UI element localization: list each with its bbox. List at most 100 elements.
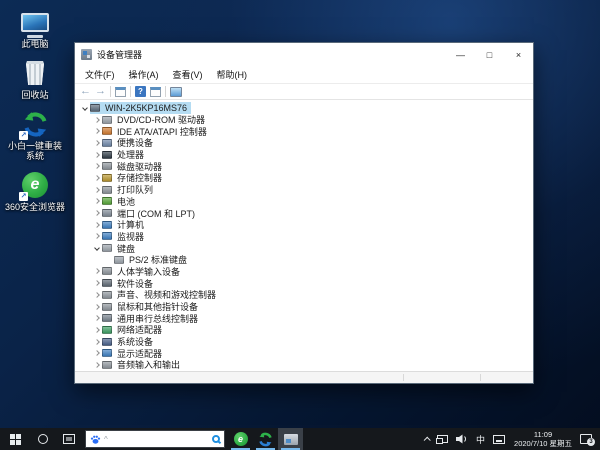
- keyboard-icon: [114, 256, 124, 264]
- device-manager-icon: [81, 49, 92, 60]
- cortana-icon: [38, 434, 48, 444]
- back-button[interactable]: ←: [80, 86, 91, 97]
- expand-chevron[interactable]: [91, 129, 102, 133]
- volume-tray-button[interactable]: [452, 428, 472, 450]
- expand-chevron[interactable]: [91, 153, 102, 157]
- tree-item-display-adapters[interactable]: 显示适配器: [75, 347, 533, 359]
- tree-item-mice[interactable]: 鼠标和其他指针设备: [75, 301, 533, 313]
- tree-item-print-queues[interactable]: 打印队列: [75, 184, 533, 196]
- tree-item-system-devices[interactable]: 系统设备: [75, 336, 533, 348]
- chevron-collapsed-icon: [94, 128, 100, 134]
- expand-chevron[interactable]: [91, 141, 102, 145]
- desktop-icon-xiaobai-reinstall[interactable]: ↗小白一键重装系统: [2, 106, 68, 167]
- shortcut-arrow-icon: ↗: [19, 131, 28, 140]
- tree-item-root-computer[interactable]: WIN-2K5KP16MS76: [75, 102, 533, 114]
- chevron-collapsed-icon: [94, 163, 100, 169]
- minimize-button[interactable]: —: [446, 43, 475, 66]
- close-button[interactable]: ×: [504, 43, 533, 66]
- tree-item-network-adapters[interactable]: 网络适配器: [75, 324, 533, 336]
- expand-chevron[interactable]: [91, 305, 102, 309]
- tree-item-processors[interactable]: 处理器: [75, 149, 533, 161]
- menu-view[interactable]: 查看(V): [166, 66, 210, 83]
- system-device-icon: [102, 338, 112, 346]
- expand-chevron[interactable]: [91, 199, 102, 203]
- help-icon[interactable]: ?: [135, 86, 146, 97]
- battery-icon: [102, 197, 112, 205]
- device-tree[interactable]: WIN-2K5KP16MS76DVD/CD-ROM 驱动器IDE ATA/ATA…: [75, 100, 533, 371]
- tree-item-sound-controllers[interactable]: 声音、视频和游戏控制器: [75, 289, 533, 301]
- tree-item-content: 便携设备: [102, 137, 157, 149]
- expand-chevron[interactable]: [91, 234, 102, 238]
- taskbar-xiaobai[interactable]: [253, 428, 278, 450]
- monitor-glyph: [21, 13, 49, 32]
- baidu-paw-icon: [90, 434, 101, 445]
- expand-chevron[interactable]: [91, 316, 102, 320]
- expand-chevron[interactable]: [91, 293, 102, 297]
- taskbar-apps: e: [228, 428, 303, 450]
- tree-item-content: PS/2 标准键盘: [114, 254, 191, 266]
- console-window-icon[interactable]: [115, 87, 126, 97]
- expand-chevron[interactable]: [91, 176, 102, 180]
- search-input[interactable]: ^: [85, 430, 225, 448]
- expand-chevron[interactable]: [91, 211, 102, 215]
- tree-item-audio-io[interactable]: 音频输入和输出: [75, 359, 533, 371]
- tree-item-dvd-cdrom[interactable]: DVD/CD-ROM 驱动器: [75, 114, 533, 126]
- title-bar[interactable]: 设备管理器 — □ ×: [75, 43, 533, 66]
- properties-window-icon[interactable]: [150, 87, 161, 97]
- taskbar-360-browser[interactable]: e: [228, 428, 253, 450]
- chevron-collapsed-icon: [94, 117, 100, 123]
- clock[interactable]: 11:09 2020/7/10 星期五: [509, 430, 577, 448]
- tree-item-ide-controllers[interactable]: IDE ATA/ATAPI 控制器: [75, 125, 533, 137]
- tree-item-ps2-keyboard[interactable]: PS/2 标准键盘: [75, 254, 533, 266]
- tree-item-batteries[interactable]: 电池: [75, 196, 533, 208]
- expand-chevron[interactable]: [91, 118, 102, 122]
- expand-chevron[interactable]: [91, 328, 102, 332]
- tree-item-computer[interactable]: 计算机: [75, 219, 533, 231]
- tree-item-disk-drives[interactable]: 磁盘驱动器: [75, 160, 533, 172]
- menu-file[interactable]: 文件(F): [78, 66, 122, 83]
- ime-indicator[interactable]: 中: [472, 428, 489, 450]
- display-adapter-icon: [102, 349, 112, 357]
- scan-computer-icon[interactable]: [170, 87, 182, 97]
- chevron-expanded-icon: [82, 105, 88, 111]
- chevron-up-icon: [424, 436, 431, 443]
- tree-item-hid-devices[interactable]: 人体学输入设备: [75, 266, 533, 278]
- touch-keyboard-button[interactable]: [489, 428, 509, 450]
- menu-action[interactable]: 操作(A): [122, 66, 166, 83]
- expand-chevron[interactable]: [91, 188, 102, 192]
- menu-bar: 文件(F)操作(A)查看(V)帮助(H): [75, 66, 533, 84]
- tree-item-software-devices[interactable]: 软件设备: [75, 277, 533, 289]
- maximize-button[interactable]: □: [475, 43, 504, 66]
- desktop-icon-recycle-bin[interactable]: 回收站: [2, 55, 68, 106]
- forward-button[interactable]: →: [95, 86, 106, 97]
- menu-help[interactable]: 帮助(H): [210, 66, 255, 83]
- desktop-icon-this-pc[interactable]: 此电脑: [2, 4, 68, 55]
- tree-item-ports[interactable]: 端口 (COM 和 LPT): [75, 207, 533, 219]
- expand-chevron[interactable]: [91, 269, 102, 273]
- cortana-button[interactable]: [30, 428, 56, 450]
- tray-expand-button[interactable]: [420, 428, 433, 450]
- window-title: 设备管理器: [97, 48, 446, 61]
- task-view-button[interactable]: [56, 428, 82, 450]
- expand-chevron[interactable]: [91, 363, 102, 367]
- desktop-icon-360-browser[interactable]: ↗360安全浏览器: [2, 167, 68, 218]
- expand-chevron[interactable]: [91, 351, 102, 355]
- tree-item-portable-devices[interactable]: 便携设备: [75, 137, 533, 149]
- start-button[interactable]: [0, 428, 30, 450]
- expand-chevron[interactable]: [91, 340, 102, 344]
- tree-item-content: 计算机: [102, 219, 148, 231]
- expand-chevron[interactable]: [91, 246, 102, 250]
- windows-logo-icon: [10, 434, 21, 445]
- tree-item-keyboards[interactable]: 键盘: [75, 242, 533, 254]
- tree-item-storage-controllers[interactable]: 存储控制器: [75, 172, 533, 184]
- portable-device-icon: [102, 139, 112, 147]
- expand-chevron[interactable]: [91, 164, 102, 168]
- network-tray-button[interactable]: [433, 428, 452, 450]
- tree-item-monitors[interactable]: 监视器: [75, 231, 533, 243]
- expand-chevron[interactable]: [79, 106, 90, 110]
- action-center-button[interactable]: 3: [580, 434, 592, 444]
- expand-chevron[interactable]: [91, 281, 102, 285]
- taskbar-device-manager[interactable]: [278, 428, 303, 450]
- tree-item-usb-controllers[interactable]: 通用串行总线控制器: [75, 312, 533, 324]
- expand-chevron[interactable]: [91, 223, 102, 227]
